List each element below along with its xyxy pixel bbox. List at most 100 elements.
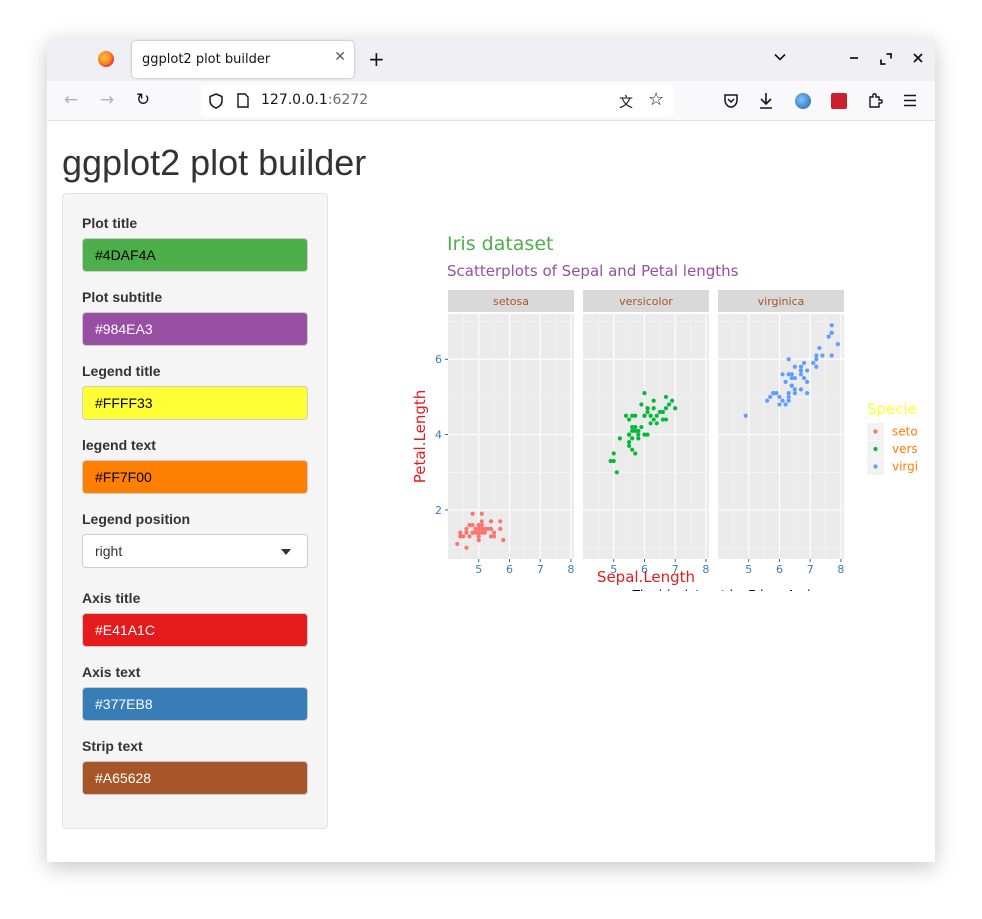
- new-tab-button[interactable]: +: [368, 47, 385, 71]
- data-point-versicolor: [648, 413, 653, 418]
- data-point-virginica: [820, 353, 825, 358]
- extension-red-icon[interactable]: [831, 93, 847, 109]
- data-point-setosa: [458, 530, 463, 535]
- page-content: ggplot2 plot builder Plot title #4DAF4A …: [47, 122, 935, 862]
- x-tick-label: 8: [567, 563, 574, 576]
- data-point-versicolor: [654, 413, 659, 418]
- data-point-virginica: [829, 353, 834, 358]
- data-point-versicolor: [651, 417, 656, 422]
- data-point-versicolor: [654, 421, 659, 426]
- plot-subtitle-color-input[interactable]: #984EA3: [82, 312, 308, 346]
- axis-title-color-input[interactable]: #E41A1C: [82, 613, 308, 647]
- extension-globe-icon[interactable]: [795, 93, 811, 109]
- x-tick-label: 5: [475, 563, 482, 576]
- data-point-setosa: [498, 526, 503, 531]
- data-point-versicolor: [673, 406, 678, 411]
- data-point-virginica: [743, 413, 748, 418]
- data-point-versicolor: [611, 458, 616, 464]
- panel-bg-virginica: [718, 314, 844, 559]
- data-point-virginica: [817, 345, 822, 351]
- axis-text-color-input[interactable]: #377EB8: [82, 687, 308, 721]
- menu-hamburger-icon[interactable]: [903, 94, 917, 107]
- close-tab-icon[interactable]: ✕: [334, 49, 346, 65]
- legend-title-label: Legend title: [82, 363, 161, 379]
- x-axis-title: Sepal.Length: [597, 568, 695, 586]
- iris-faceted-scatterplot: Iris dataset Scatterplots of Sepal and Pe…: [411, 233, 917, 591]
- strip-label-versicolor: versicolor: [619, 295, 673, 308]
- data-point-virginica: [798, 368, 804, 373]
- url-text[interactable]: 127.0.0.1:6272: [261, 92, 368, 108]
- download-icon[interactable]: [758, 92, 774, 110]
- data-point-setosa: [464, 545, 469, 550]
- data-point-versicolor: [642, 413, 647, 418]
- legend-title-color-input[interactable]: #FFFF33: [82, 386, 308, 420]
- strip-text-color-input[interactable]: #A65628: [82, 761, 308, 795]
- tab-active[interactable]: ggplot2 plot builder ✕: [132, 41, 354, 78]
- data-point-virginica: [814, 364, 819, 369]
- data-point-versicolor: [633, 424, 638, 430]
- plot-subtitle: Scatterplots of Sepal and Petal lengths: [447, 262, 739, 280]
- data-point-versicolor: [660, 417, 666, 422]
- maximize-icon[interactable]: [880, 53, 892, 65]
- minimize-icon[interactable]: [849, 53, 859, 63]
- data-point-versicolor: [651, 406, 656, 411]
- firefox-logo-icon: [98, 51, 114, 67]
- data-point-virginica: [814, 353, 819, 358]
- address-bar[interactable]: 127.0.0.1:6272 文 ☆: [201, 85, 673, 117]
- y-tick-label: 2: [435, 504, 442, 517]
- legend-key-virginica: [873, 464, 878, 469]
- data-point-setosa: [485, 526, 491, 531]
- pocket-icon[interactable]: [723, 93, 739, 109]
- data-point-virginica: [777, 402, 782, 407]
- data-point-versicolor: [633, 451, 638, 456]
- page-icon: [237, 93, 249, 108]
- data-point-virginica: [789, 375, 794, 381]
- close-window-icon[interactable]: [913, 53, 923, 63]
- forward-arrow-icon[interactable]: →: [96, 89, 118, 111]
- navigation-bar: ← → ↻ 127.0.0.1:6272 文 ☆: [47, 81, 935, 121]
- data-point-setosa: [479, 522, 484, 528]
- x-tick-label: 8: [702, 563, 709, 576]
- data-point-virginica: [798, 387, 804, 392]
- page-title: ggplot2 plot builder: [62, 142, 367, 183]
- data-point-virginica: [835, 342, 840, 347]
- data-point-setosa: [464, 530, 469, 535]
- reload-icon[interactable]: ↻: [132, 89, 154, 111]
- data-point-virginica: [829, 330, 834, 335]
- data-point-versicolor: [630, 447, 635, 452]
- legend-text-color-input[interactable]: #FF7F00: [82, 460, 308, 494]
- data-point-versicolor: [636, 432, 641, 437]
- plot-title: Iris dataset: [447, 233, 553, 255]
- data-point-versicolor: [626, 417, 632, 422]
- plot-title-label: Plot title: [82, 215, 138, 231]
- data-point-versicolor: [639, 424, 644, 430]
- legend-position-select[interactable]: right: [82, 534, 308, 568]
- legend-position-value: right: [95, 543, 123, 559]
- data-point-versicolor: [623, 413, 629, 418]
- bookmark-star-icon[interactable]: ☆: [648, 89, 664, 110]
- back-arrow-icon[interactable]: ←: [60, 89, 82, 111]
- data-point-setosa: [482, 530, 487, 535]
- data-point-virginica: [786, 394, 791, 400]
- data-point-versicolor: [666, 402, 672, 407]
- extensions-puzzle-icon[interactable]: [867, 92, 884, 109]
- shield-icon[interactable]: [209, 93, 223, 109]
- panel-bg-setosa: [448, 314, 574, 559]
- axis-title-label: Axis title: [82, 590, 141, 606]
- x-tick-label: 6: [776, 563, 783, 576]
- plot-title-color-input[interactable]: #4DAF4A: [82, 238, 308, 272]
- data-point-versicolor: [670, 398, 675, 403]
- data-point-versicolor: [648, 421, 653, 426]
- data-point-versicolor: [639, 402, 644, 407]
- translate-icon[interactable]: 文: [619, 92, 633, 112]
- data-point-versicolor: [611, 451, 616, 456]
- plot-caption: The iris dataset by Edgar Anderson: [632, 588, 844, 591]
- tab-list-chevron-icon[interactable]: [774, 51, 786, 63]
- data-point-virginica: [777, 394, 782, 400]
- data-point-versicolor: [626, 443, 632, 449]
- data-point-virginica: [801, 375, 807, 381]
- data-point-virginica: [811, 360, 816, 366]
- data-point-virginica: [829, 323, 834, 328]
- strip-label-setosa: setosa: [493, 295, 529, 308]
- data-point-versicolor: [663, 394, 669, 400]
